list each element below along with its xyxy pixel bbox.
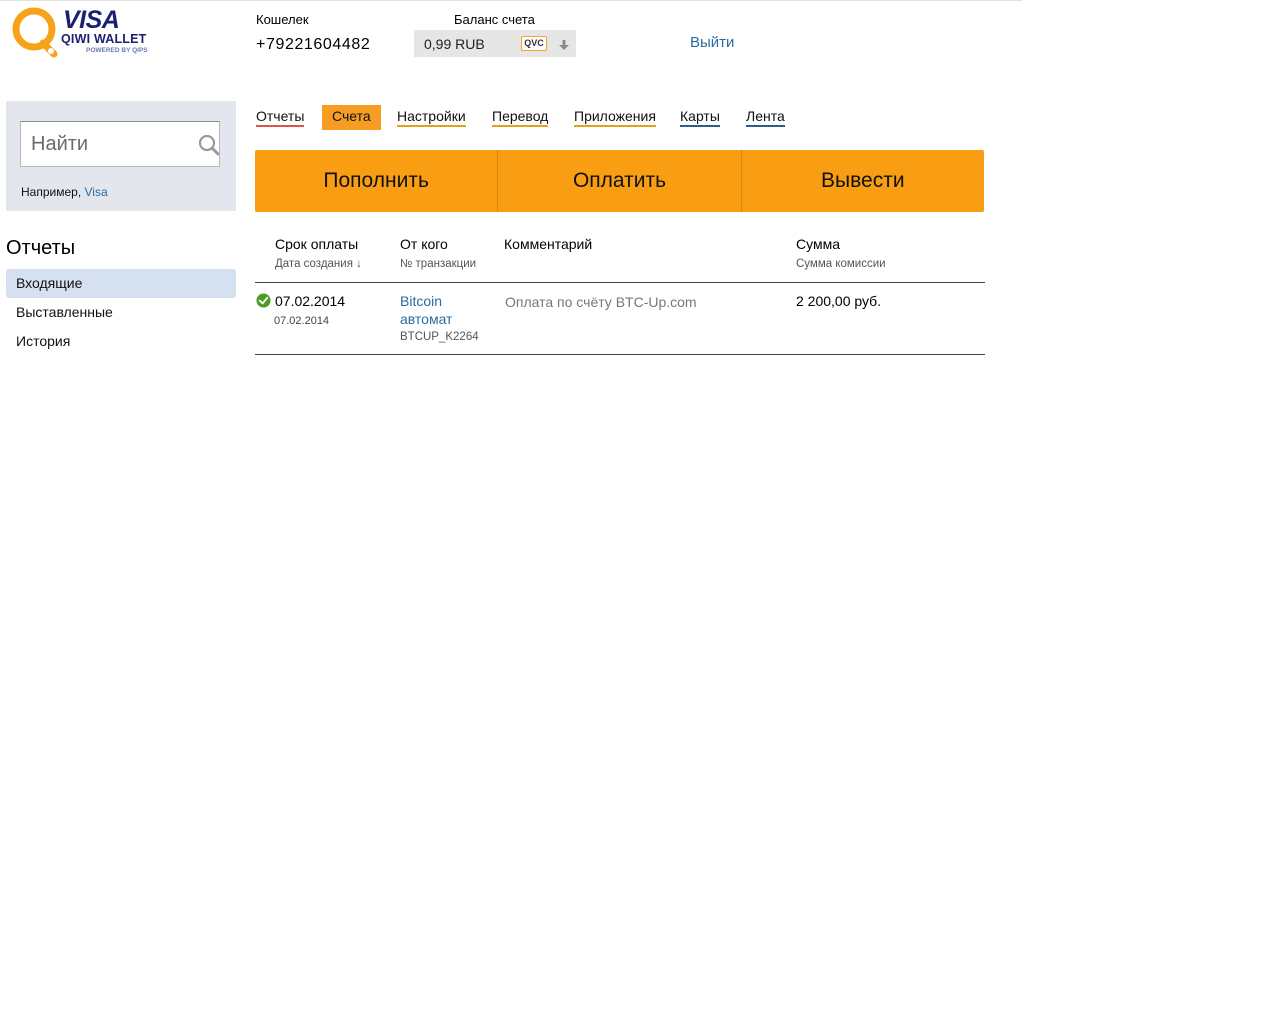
check-icon (256, 293, 271, 308)
qiwi-logo[interactable]: VISA QIWI WALLET POWERED BY QIPS (9, 5, 159, 61)
header-from: От кого (400, 236, 448, 252)
currency-badge: QVC (521, 36, 547, 51)
table-header: Срок оплаты Дата создания ↓ От кого № тр… (255, 230, 985, 283)
balance-label: Баланс счета (454, 12, 535, 27)
search-input[interactable] (20, 121, 220, 167)
topup-button[interactable]: Пополнить (255, 150, 497, 212)
sidebar-item-issued[interactable]: Выставленные (6, 298, 236, 327)
tab-reports[interactable]: Отчеты (256, 105, 305, 130)
header-comment: Комментарий (504, 236, 593, 252)
qiwi-q-icon (12, 7, 58, 58)
tab-feed[interactable]: Лента (746, 105, 785, 130)
search-icon[interactable] (198, 134, 220, 156)
search-panel: Например, Visa (6, 101, 236, 211)
header-due-date[interactable]: Срок оплаты (275, 236, 358, 252)
header-created-date[interactable]: Дата создания ↓ (275, 258, 362, 270)
powered-by-label: POWERED BY QIPS (86, 47, 148, 54)
tab-apps[interactable]: Приложения (574, 105, 656, 130)
visa-brand: VISA (63, 6, 120, 34)
header-fee: Сумма комиссии (796, 258, 886, 270)
header-amount: Сумма (796, 236, 840, 252)
tab-invoices-label: Счета (332, 108, 371, 124)
top-border (0, 0, 1022, 1)
row-due-date: 07.02.2014 (275, 293, 346, 309)
tab-invoices[interactable]: Счета (322, 105, 381, 130)
tab-reports-label: Отчеты (256, 107, 305, 127)
pay-button[interactable]: Оплатить (497, 150, 740, 212)
tab-settings[interactable]: Настройки (397, 105, 466, 130)
sidebar-menu: Входящие Выставленные История (6, 269, 236, 356)
balance-value: 0,99 RUB (424, 36, 485, 52)
row-transaction-id: BTCUP_K2264 (400, 331, 479, 343)
qiwi-wallet-brand: QIWI WALLET (61, 32, 147, 46)
logout-link[interactable]: Выйти (690, 34, 734, 51)
row-comment: Оплата по счёту BTC-Up.com (505, 294, 697, 310)
row-sender: Bitcoin автомат (400, 293, 480, 329)
search-hint: Например, Visa (21, 185, 108, 199)
tab-cards[interactable]: Карты (680, 105, 720, 130)
tab-settings-label: Настройки (397, 107, 466, 127)
tab-transfer[interactable]: Перевод (492, 105, 549, 130)
row-sender-link[interactable]: Bitcoin автомат (400, 293, 452, 327)
search-hint-example-link[interactable]: Visa (85, 185, 108, 199)
chevron-down-icon[interactable] (559, 40, 569, 50)
table-row[interactable]: 07.02.2014 07.02.2014 Bitcoin автомат BT… (255, 283, 985, 355)
wallet-label: Кошелек (256, 12, 309, 27)
header-transaction: № транзакции (400, 258, 477, 270)
sidebar-item-history[interactable]: История (6, 327, 236, 356)
search-hint-prefix: Например, (21, 185, 82, 199)
action-bar: Пополнить Оплатить Вывести (255, 150, 984, 212)
tab-cards-label: Карты (680, 107, 720, 127)
tab-apps-label: Приложения (574, 107, 656, 127)
withdraw-button[interactable]: Вывести (740, 150, 984, 212)
sidebar-title: Отчеты (6, 237, 76, 259)
tab-transfer-label: Перевод (492, 107, 549, 127)
sidebar-item-incoming[interactable]: Входящие (6, 269, 236, 298)
balance-selector[interactable]: 0,99 RUB QVC (414, 30, 576, 57)
row-created-date: 07.02.2014 (274, 315, 330, 327)
row-amount: 2 200,00 руб. (796, 293, 882, 309)
wallet-number: +79221604482 (256, 36, 371, 53)
tab-feed-label: Лента (746, 107, 785, 127)
